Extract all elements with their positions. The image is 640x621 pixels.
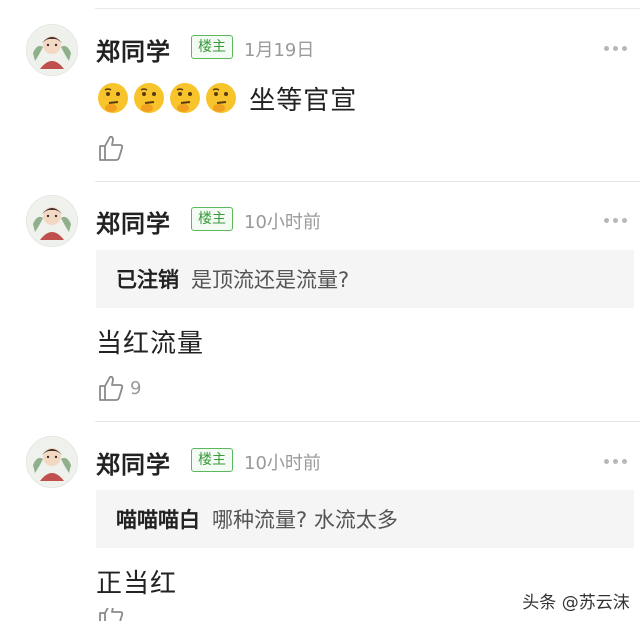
like-button[interactable]: 9 — [98, 374, 141, 402]
username[interactable]: 郑同学 — [96, 445, 171, 480]
watermark: 头条 @苏云沫 — [512, 580, 640, 620]
like-count: 9 — [130, 377, 142, 399]
thinking-face-icon — [170, 83, 200, 113]
avatar[interactable] — [26, 436, 78, 488]
timestamp: 1月19日 — [244, 40, 315, 61]
quoted-text: 是顶流还是流量? — [191, 268, 350, 292]
username[interactable]: 郑同学 — [96, 32, 171, 67]
top-divider — [95, 8, 640, 9]
thinking-face-icon — [206, 83, 236, 113]
more-options-icon[interactable] — [604, 42, 634, 54]
quoted-text: 哪种流量? 水流太多 — [212, 508, 398, 532]
quoted-username[interactable]: 喵喵喵白 — [116, 504, 200, 534]
op-badge: 楼主 — [191, 207, 233, 231]
thumbs-up-icon — [99, 375, 124, 401]
more-options-icon[interactable] — [604, 455, 634, 467]
avatar[interactable] — [26, 24, 78, 76]
thumbs-up-icon — [99, 135, 124, 161]
timestamp: 10小时前 — [244, 212, 321, 233]
like-button[interactable] — [98, 608, 124, 621]
timestamp: 10小时前 — [244, 453, 321, 474]
quoted-reply[interactable]: 喵喵喵白 哪种流量? 水流太多 — [96, 490, 634, 548]
like-button[interactable] — [98, 134, 124, 162]
thinking-face-icon — [98, 83, 128, 113]
more-options-icon[interactable] — [604, 214, 634, 226]
comment-text: 正当红 — [96, 569, 178, 599]
thumbs-up-icon — [99, 608, 124, 621]
divider — [95, 421, 640, 422]
quoted-reply[interactable]: 已注销 是顶流还是流量? — [96, 250, 634, 308]
op-badge: 楼主 — [191, 448, 233, 472]
avatar[interactable] — [26, 195, 78, 247]
quoted-username[interactable]: 已注销 — [116, 264, 179, 294]
emoji-row — [96, 83, 249, 116]
comment-text: 坐等官宣 — [96, 80, 357, 117]
op-badge: 楼主 — [191, 35, 233, 59]
thinking-face-icon — [134, 83, 164, 113]
comment-text: 当红流量 — [96, 329, 205, 359]
divider — [95, 181, 640, 182]
username[interactable]: 郑同学 — [96, 204, 171, 239]
comment-text-content: 坐等官宣 — [249, 86, 358, 116]
